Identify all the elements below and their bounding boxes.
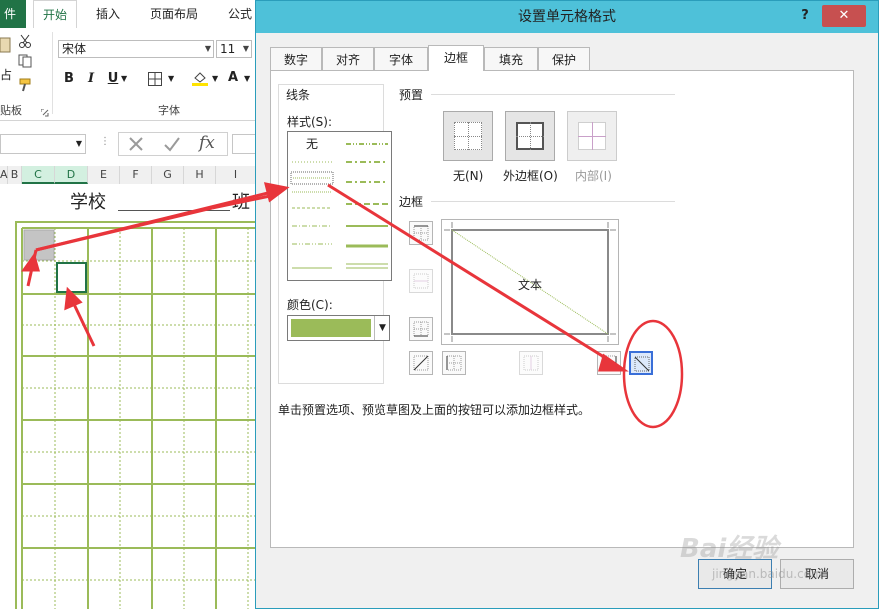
color-swatch: [291, 319, 371, 337]
presets-divider: [431, 94, 675, 95]
dialog-titlebar[interactable]: 设置单元格格式 ? ✕: [256, 1, 878, 33]
name-box[interactable]: ▼: [0, 134, 86, 154]
ribbon: 占 贴板 宋体 ▼ 11 ▼ B I U ▼ ▼ ▼ A ▼ 字体: [0, 28, 256, 121]
column-header[interactable]: B: [8, 166, 22, 184]
chevron-down-icon: ▼: [75, 139, 82, 148]
border-label: 边框: [399, 195, 424, 209]
green-grid: [15, 221, 256, 609]
preview-text: 文本: [518, 278, 543, 292]
borders-icon[interactable]: [148, 72, 162, 89]
tab-alignment[interactable]: 对齐: [322, 47, 374, 71]
column-header[interactable]: G: [152, 166, 184, 184]
dialog-title: 设置单元格格式: [518, 9, 616, 25]
font-size-combo[interactable]: 11 ▼: [216, 40, 252, 58]
column-header[interactable]: C: [22, 166, 55, 184]
preset-none-label: 无(N): [453, 169, 484, 183]
color-label: 颜色(C):: [287, 298, 333, 312]
border-left-button[interactable]: [442, 351, 466, 375]
bold-button[interactable]: B: [60, 70, 78, 88]
tab-home[interactable]: 开始: [33, 0, 78, 29]
formula-input[interactable]: [232, 134, 256, 154]
style-label: 样式(S):: [287, 115, 333, 129]
preset-outline-button[interactable]: [505, 111, 555, 161]
font-name-combo[interactable]: 宋体 ▼: [58, 40, 214, 58]
preset-outline-label: 外边框(O): [503, 169, 558, 183]
tab-formulas[interactable]: 公式: [228, 0, 252, 28]
border-middle-vertical-button[interactable]: [519, 351, 543, 375]
line-style-options[interactable]: [288, 132, 391, 280]
border-middle-horizontal-button[interactable]: [409, 269, 433, 293]
fill-color-icon[interactable]: [192, 70, 208, 89]
preset-inside-button: [567, 111, 617, 161]
more-icon: ⋮: [100, 136, 110, 147]
cut-icon[interactable]: [18, 34, 32, 51]
border-divider: [431, 201, 675, 202]
border-tab-panel: 线条 样式(S): 无 颜色(C): ▼ 预置 无(N) 外边框(O) 内部(I…: [270, 70, 854, 548]
line-style-list[interactable]: 无: [287, 131, 392, 281]
cancel-icon[interactable]: [127, 135, 145, 156]
close-button[interactable]: ✕: [822, 5, 866, 27]
italic-button[interactable]: I: [82, 70, 100, 88]
format-cells-dialog: 设置单元格格式 ? ✕ 数字 对齐 字体 边框 填充 保护 线条 样式(S): …: [255, 0, 879, 609]
paste-label: 占: [0, 68, 13, 82]
tab-number[interactable]: 数字: [270, 47, 322, 71]
tab-border[interactable]: 边框: [428, 45, 484, 71]
column-header[interactable]: A: [0, 166, 8, 184]
group-divider: [52, 32, 53, 114]
font-group-label: 字体: [158, 104, 180, 117]
line-group-label: 线条: [284, 86, 313, 103]
chevron-down-icon[interactable]: ▼: [244, 74, 250, 83]
border-right-button[interactable]: [597, 351, 621, 375]
watermark-url: jingyan.baidu.com: [712, 567, 823, 581]
chevron-down-icon[interactable]: ▼: [168, 74, 174, 83]
format-painter-icon[interactable]: [18, 78, 34, 95]
column-header[interactable]: E: [88, 166, 120, 184]
border-top-button[interactable]: [409, 221, 433, 245]
chevron-down-icon[interactable]: ▼: [121, 74, 127, 83]
underline-button[interactable]: U: [104, 70, 122, 88]
worksheet-grid[interactable]: 学校 班: [0, 184, 256, 609]
hint-text: 单击预置选项、预览草图及上面的按钮可以添加边框样式。: [278, 403, 591, 417]
insert-function-icon[interactable]: fx: [199, 133, 215, 153]
border-diagonal-up-button[interactable]: [409, 351, 433, 375]
tab-fill[interactable]: 填充: [484, 47, 538, 71]
preset-none-button[interactable]: [443, 111, 493, 161]
file-tab[interactable]: 件: [0, 0, 26, 28]
chevron-down-icon: ▼: [242, 44, 249, 53]
paste-icon[interactable]: [0, 36, 12, 54]
tab-font[interactable]: 字体: [374, 47, 428, 71]
copy-icon[interactable]: [18, 54, 34, 71]
formula-buttons: fx: [118, 132, 228, 156]
column-header[interactable]: H: [184, 166, 216, 184]
clipboard-group-label: 贴板: [0, 104, 22, 117]
border-preview[interactable]: 文本: [441, 219, 619, 345]
font-name-value: 宋体: [62, 42, 87, 56]
border-diagonal-down-button[interactable]: [629, 351, 653, 375]
tab-protection[interactable]: 保护: [538, 47, 590, 71]
chevron-down-icon[interactable]: ▼: [374, 316, 390, 340]
tab-insert[interactable]: 插入: [96, 0, 120, 28]
tab-page-layout[interactable]: 页面布局: [150, 0, 198, 28]
column-header[interactable]: D: [55, 166, 88, 184]
column-headers: A B C D E F G H I: [0, 166, 256, 185]
formula-bar: ▼ ⋮ fx: [0, 130, 256, 158]
font-color-icon[interactable]: A: [228, 70, 238, 85]
column-header[interactable]: I: [216, 166, 256, 184]
line-color-dropdown[interactable]: ▼: [287, 315, 390, 341]
font-size-value: 11: [220, 42, 236, 56]
enter-icon[interactable]: [163, 135, 181, 156]
dialog-launcher-icon[interactable]: [40, 106, 49, 117]
watermark-logo: Bai经验: [680, 534, 779, 564]
help-button[interactable]: ?: [796, 5, 814, 27]
presets-label: 预置: [399, 88, 424, 102]
chevron-down-icon[interactable]: ▼: [212, 74, 218, 83]
border-bottom-button[interactable]: [409, 317, 433, 341]
chevron-down-icon: ▼: [204, 44, 211, 53]
preset-inside-label: 内部(I): [575, 169, 612, 183]
column-header[interactable]: F: [120, 166, 152, 184]
